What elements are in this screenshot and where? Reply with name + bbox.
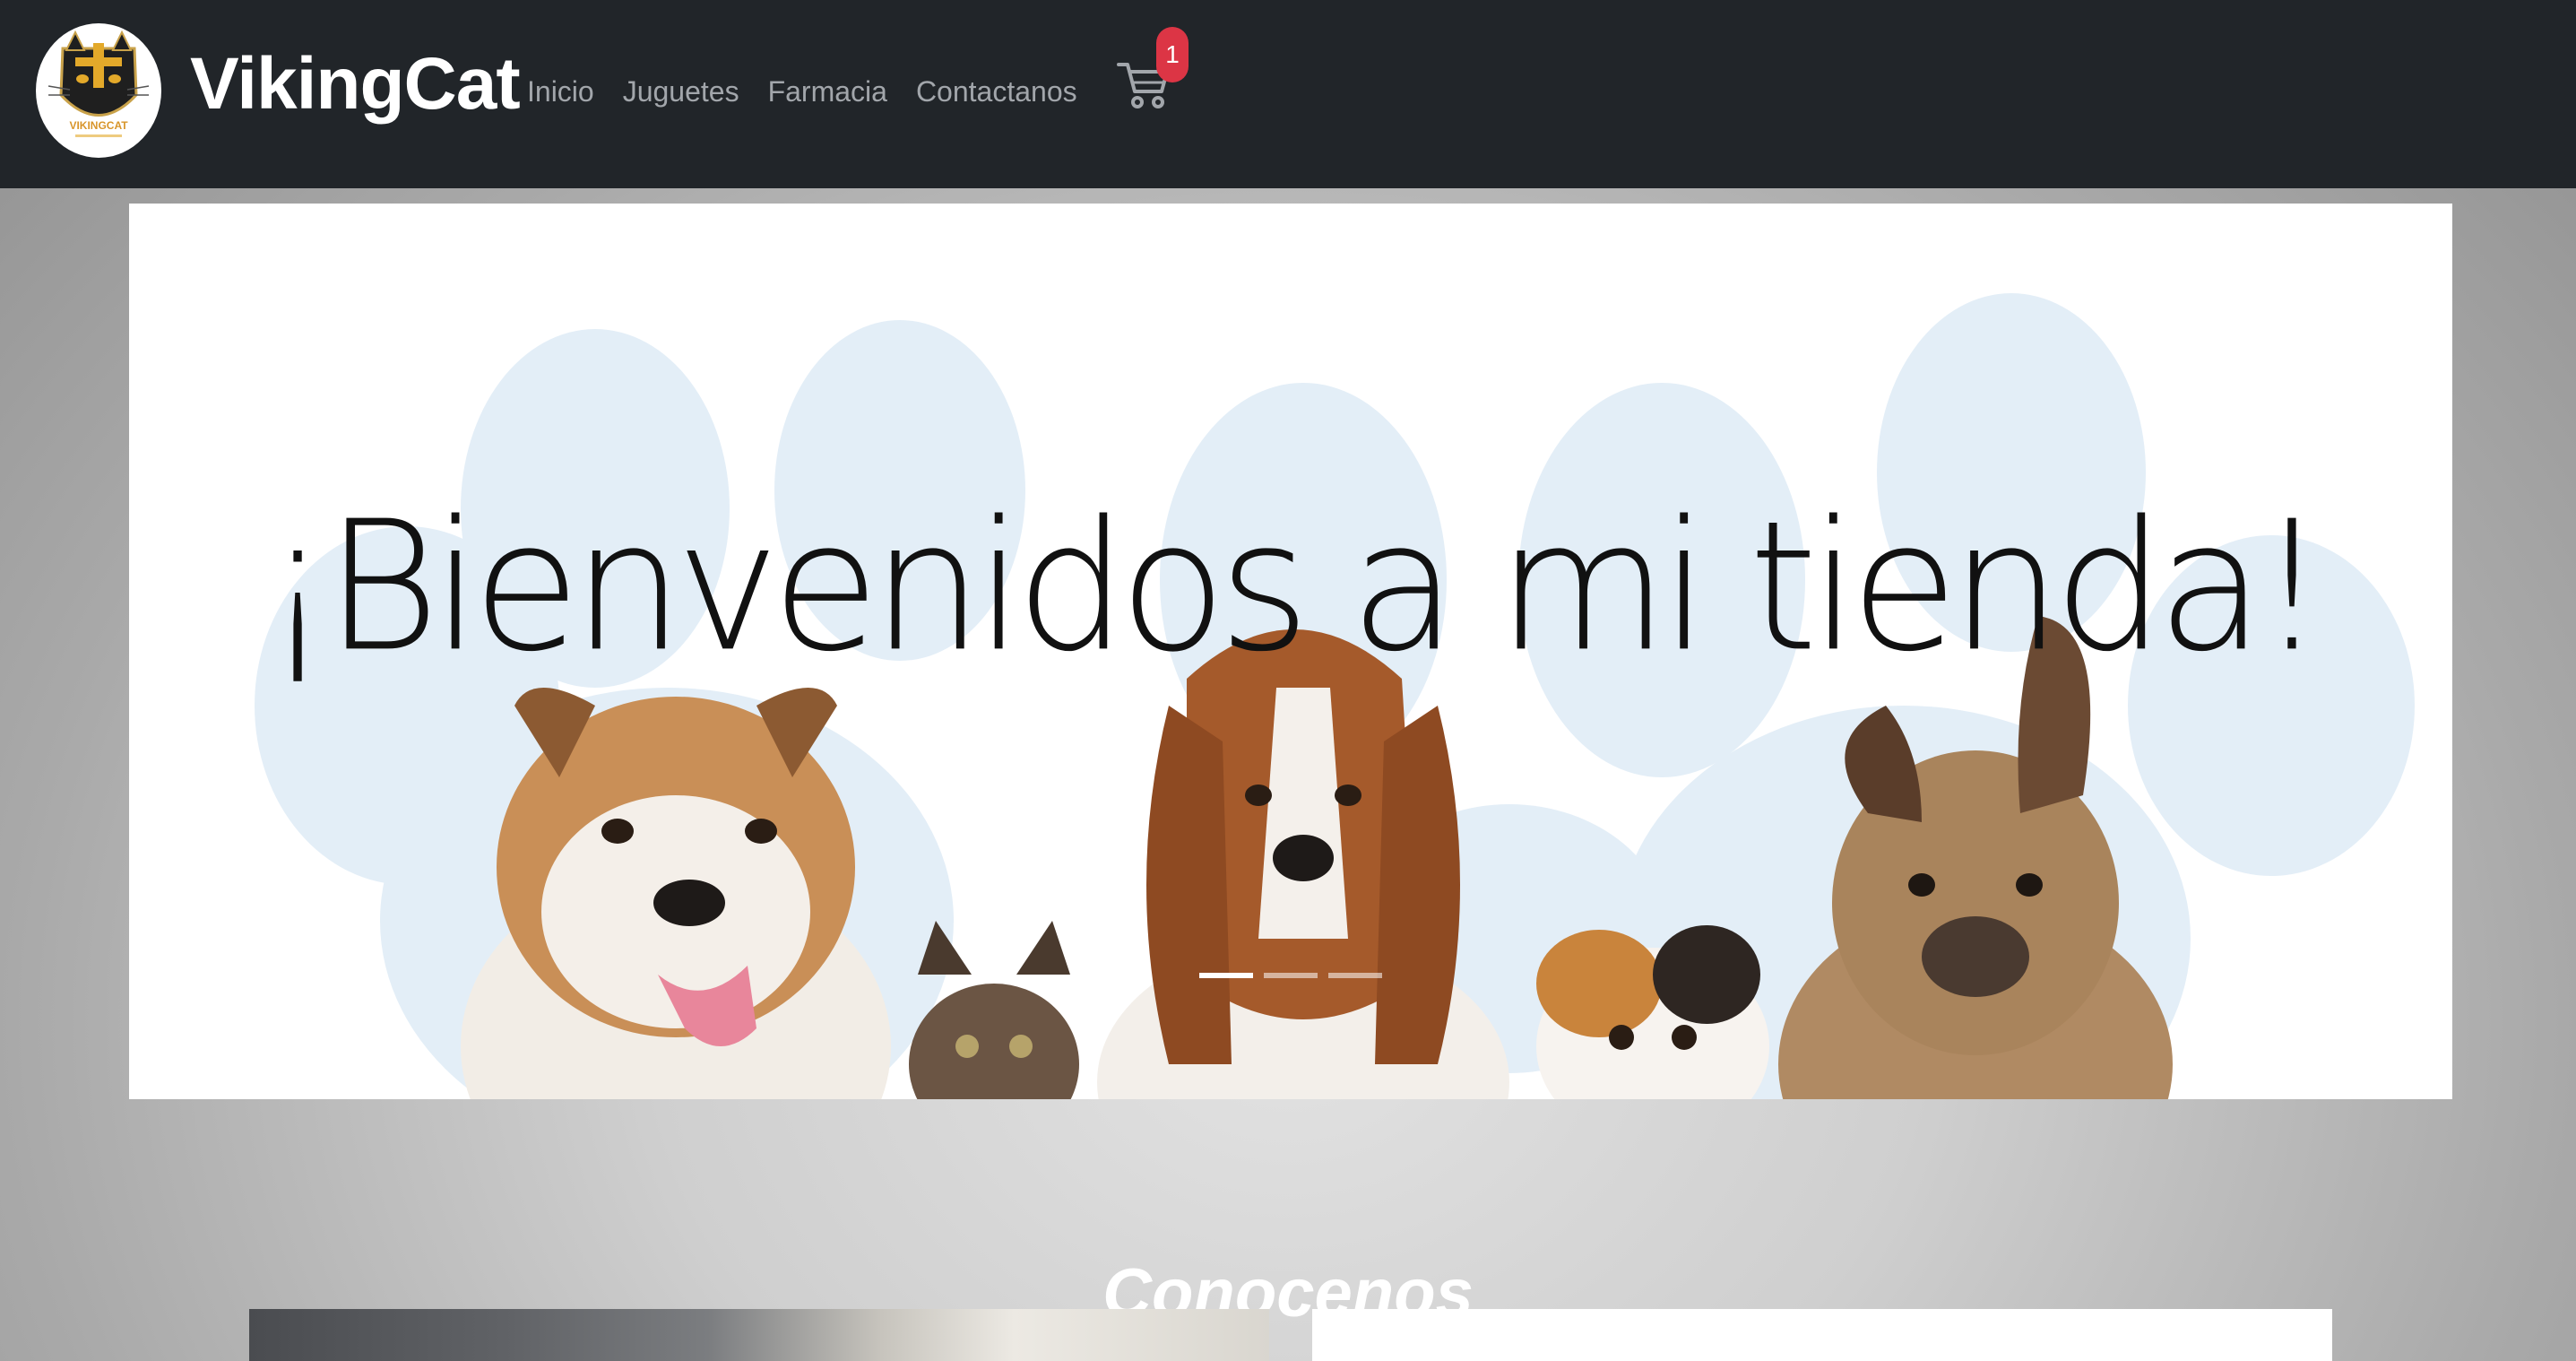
carousel-indicators bbox=[1199, 973, 1382, 978]
about-cat-image bbox=[249, 1309, 1269, 1361]
carousel-indicator-2[interactable] bbox=[1264, 973, 1318, 978]
nav-link-inicio[interactable]: Inicio bbox=[527, 70, 594, 113]
about-card bbox=[1312, 1309, 2332, 1361]
carousel-indicator-3[interactable] bbox=[1328, 973, 1382, 978]
brand-name[interactable]: VikingCat bbox=[190, 39, 521, 129]
basset-hound-figure bbox=[1097, 629, 1509, 1099]
hero-carousel[interactable]: ¡Bienvenidos a mi tienda! bbox=[129, 204, 2452, 1099]
nav-link-contactanos[interactable]: Contactanos bbox=[916, 70, 1077, 113]
brand-logo[interactable]: VIKINGCAT bbox=[36, 23, 161, 158]
viking-cat-logo-icon: VIKINGCAT bbox=[48, 30, 150, 137]
nav-link-juguetes[interactable]: Juguetes bbox=[623, 70, 739, 113]
navbar: VIKINGCAT VikingCat Inicio Juguetes Farm… bbox=[0, 0, 2576, 188]
carousel-indicator-1[interactable] bbox=[1199, 973, 1253, 978]
svg-text:VIKINGCAT: VIKINGCAT bbox=[69, 119, 128, 132]
nav-links: Inicio Juguetes Farmacia Contactanos bbox=[527, 70, 1106, 113]
hero-heading: ¡Bienvenidos a mi tienda! bbox=[262, 482, 2327, 692]
nav-link-farmacia[interactable]: Farmacia bbox=[768, 70, 887, 113]
kitten-figure bbox=[909, 921, 1079, 1099]
persian-kitten-figure bbox=[1536, 925, 1769, 1099]
cart-count-badge: 1 bbox=[1156, 27, 1189, 82]
